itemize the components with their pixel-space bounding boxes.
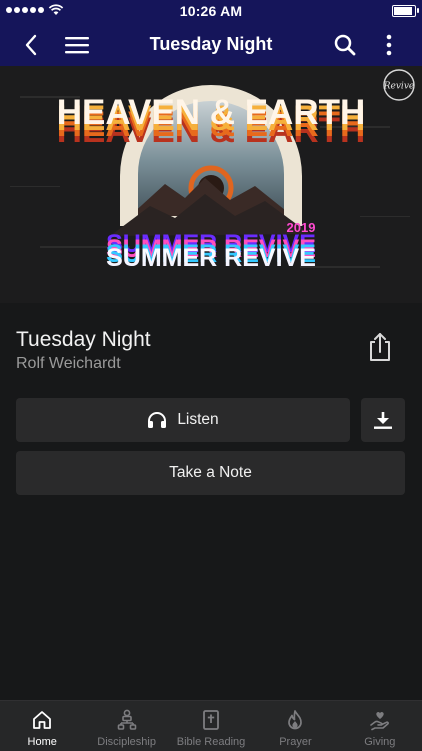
status-time: 10:26 AM (179, 3, 243, 19)
artwork-subtitle: SUMMER REVIVE (106, 244, 316, 272)
listen-label: Listen (177, 411, 219, 428)
tab-bar: Home Discipleship Bible Reading Prayer G… (0, 700, 422, 751)
download-icon (374, 412, 392, 429)
tab-home-label: Home (27, 736, 57, 748)
tab-home[interactable]: Home (0, 701, 84, 751)
take-note-label: Take a Note (169, 464, 252, 481)
sermon-artwork: HEAVEN & EARTH HEAVEN & EARTH HEAVEN & E… (0, 66, 422, 303)
tab-prayer-label: Prayer (279, 736, 312, 748)
tab-giving[interactable]: Giving (338, 701, 422, 751)
artwork-headline: HEAVEN & EARTH (57, 93, 366, 132)
tab-bible-reading[interactable]: Bible Reading (169, 701, 253, 751)
search-button[interactable] (330, 30, 360, 60)
navigation-bar: Tuesday Night (0, 22, 422, 66)
discipleship-icon (117, 709, 136, 730)
revive-logo-text: Revive (383, 82, 414, 92)
battery-icon (392, 5, 419, 17)
more-vertical-icon (386, 34, 392, 56)
tab-prayer[interactable]: Prayer (253, 701, 337, 751)
sermon-speaker: Rolf Weichardt (16, 355, 121, 372)
sermon-title: Tuesday Night (16, 328, 151, 351)
tab-giving-label: Giving (364, 736, 396, 748)
headphones-icon (148, 412, 167, 428)
home-icon (33, 711, 52, 729)
listen-button[interactable]: Listen (16, 398, 350, 442)
tab-bible-reading-label: Bible Reading (176, 736, 246, 748)
more-options-button[interactable] (374, 30, 404, 60)
tab-discipleship[interactable]: Discipleship (84, 701, 168, 751)
download-button[interactable] (361, 398, 405, 442)
giving-hand-icon (370, 711, 389, 731)
bible-icon (203, 710, 219, 730)
take-note-button[interactable]: Take a Note (16, 451, 405, 495)
search-icon (334, 34, 356, 56)
share-button[interactable] (366, 332, 394, 362)
status-bar: 10:26 AM (0, 0, 422, 22)
share-icon (370, 333, 390, 361)
tab-discipleship-label: Discipleship (97, 736, 156, 748)
flame-icon (288, 710, 303, 730)
